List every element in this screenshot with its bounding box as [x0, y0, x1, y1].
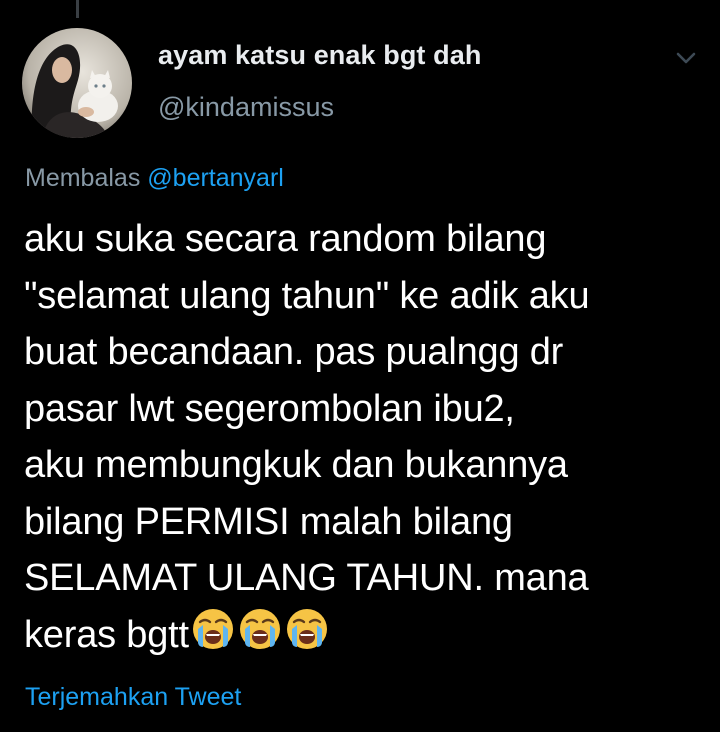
crying-face-icon [286, 608, 327, 649]
tweet-body: aku suka secara random bilang "selamat u… [24, 211, 714, 667]
crying-face-icon [192, 608, 233, 649]
crying-face-icon [239, 608, 280, 649]
reply-context: Membalas @bertanyarl [25, 164, 284, 193]
tweet-text: aku suka secara random bilang "selamat u… [24, 218, 590, 656]
avatar-image [22, 28, 132, 138]
chevron-down-icon[interactable] [672, 46, 700, 70]
display-name[interactable]: ayam katsu enak bgt dah [158, 40, 481, 71]
translate-tweet-link[interactable]: Terjemahkan Tweet [25, 683, 241, 712]
reply-mention-link[interactable]: @bertanyarl [147, 164, 284, 192]
avatar[interactable] [22, 28, 132, 138]
reply-prefix: Membalas [25, 164, 141, 192]
thread-connector-line [76, 0, 79, 18]
emoji-group [191, 607, 332, 668]
user-handle[interactable]: @kindamissus [158, 92, 334, 123]
